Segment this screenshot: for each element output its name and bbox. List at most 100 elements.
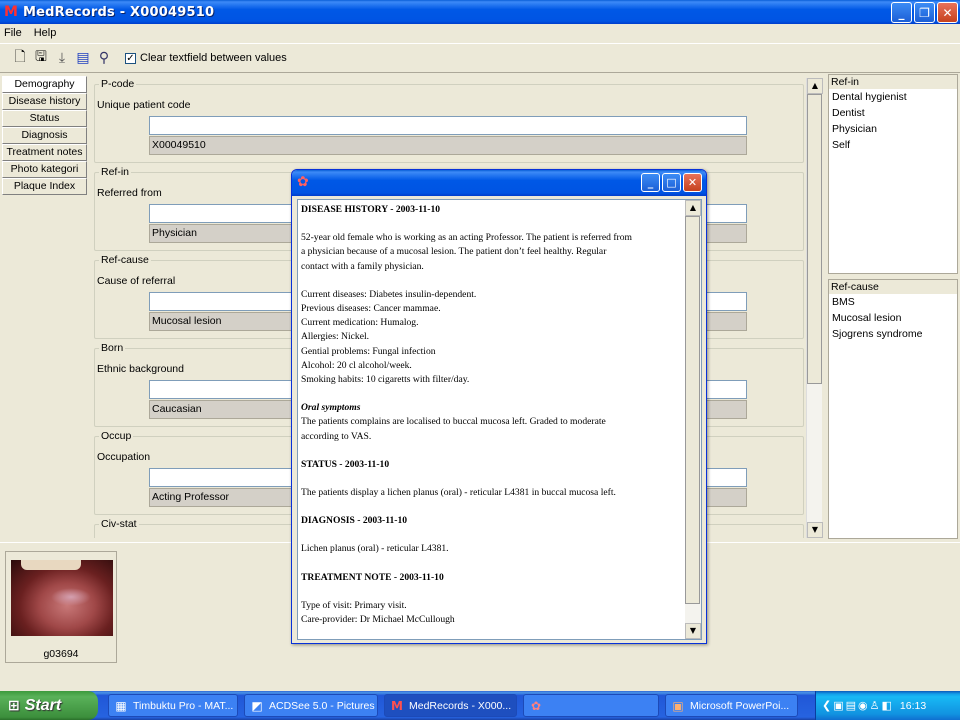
list-item[interactable]: Self [829, 137, 957, 153]
section-heading: DIAGNOSIS - 2003-11-10 [301, 515, 408, 527]
popup-minimize-button[interactable]: _ [641, 173, 660, 192]
security-icon[interactable]: ◉ [858, 699, 868, 712]
text-line: according to VAS. [301, 430, 372, 442]
lesion-region [51, 588, 91, 606]
nav-photo-kategori[interactable]: Photo kategori [2, 161, 87, 178]
toolbar: 🗋 🖫 ⤓ ▤ ⚲ ✓ Clear textfield between valu… [0, 43, 960, 73]
java-app-icon: ✿ [530, 698, 542, 713]
text-line: Gential problems: Fungal infection [301, 345, 436, 357]
scroll-up-icon[interactable]: ▲ [807, 78, 823, 94]
text-line: 52-year old female who is working as an … [301, 232, 632, 244]
scroll-up-icon[interactable]: ▲ [685, 200, 701, 216]
text-line: a physician because of a mucosal lesion.… [301, 246, 607, 258]
nav-disease-history[interactable]: Disease history [2, 93, 87, 110]
popup-title-bar[interactable]: ✿ _ □ ✕ [292, 170, 706, 196]
list-item[interactable]: Dental hygienist [829, 89, 957, 105]
nav-demography[interactable]: Demography [2, 76, 87, 93]
text-line: Current diseases: Diabetes insulin-depen… [301, 288, 477, 300]
text-line: Smoking habits: 10 cigaretts with filter… [301, 374, 470, 386]
task-label: Timbuktu Pro - MAT... [133, 699, 234, 712]
acdsee-icon: ◩ [251, 698, 263, 713]
popup-window-controls: _ □ ✕ [641, 173, 702, 192]
nav-treatment-notes[interactable]: Treatment notes [2, 144, 87, 161]
clear-textfield-option[interactable]: ✓ Clear textfield between values [125, 52, 287, 64]
minimize-button[interactable]: _ [891, 2, 912, 23]
group-p-code: P-code Unique patient code X00049510 [94, 78, 804, 163]
group-legend: P-code [99, 78, 137, 90]
tray-expand-icon[interactable]: ❮ [822, 699, 831, 712]
task-timbuktu[interactable]: ▦ Timbuktu Pro - MAT... [108, 694, 238, 717]
network-icon[interactable]: ▣ [833, 699, 843, 712]
chart-icon[interactable]: ▤ [73, 48, 93, 68]
app-icon: M [4, 4, 18, 20]
ref-cause-list-title: Ref-cause [829, 280, 957, 294]
text-line: Current medication: Humalog. [301, 317, 419, 329]
scroll-down-icon[interactable]: ▼ [685, 623, 701, 639]
save-icon[interactable]: 🖫 [31, 48, 51, 68]
text-line: Allergies: Nickel. [301, 331, 370, 343]
maximize-button[interactable]: ❐ [914, 2, 935, 23]
text-line: Alcohol: 20 cl alcohol/week. [301, 359, 412, 371]
group-legend: Civ-stat [99, 518, 139, 530]
scroll-thumb[interactable] [807, 94, 822, 384]
nav-plaque-index[interactable]: Plaque Index [2, 178, 87, 195]
menu-help[interactable]: Help [34, 27, 57, 39]
popup-maximize-button[interactable]: □ [662, 173, 681, 192]
nav-diagnosis[interactable]: Diagnosis [2, 127, 87, 144]
task-acdsee[interactable]: ◩ ACDSee 5.0 - Pictures [244, 694, 378, 717]
menu-file[interactable]: File [4, 27, 22, 39]
task-label: MedRecords - X000... [409, 699, 512, 712]
medrecords-icon: M [391, 698, 403, 713]
text-line: contact with a family physician. [301, 260, 424, 272]
teeth-region [21, 560, 81, 570]
summary-text-area[interactable]: DISEASE HISTORY - 2003-11-10 52-year old … [297, 199, 702, 640]
list-item[interactable]: BMS [829, 294, 957, 310]
user-icon[interactable]: ♙ [870, 699, 880, 712]
volume-icon[interactable]: ◧ [882, 699, 892, 712]
clear-textfield-checkbox[interactable]: ✓ [125, 52, 136, 64]
clock: 16:13 [899, 699, 927, 712]
scroll-thumb[interactable] [685, 216, 700, 604]
text-line: The patients display a lichen planus (or… [301, 487, 616, 499]
form-scrollbar[interactable]: ▲ ▼ [806, 78, 823, 538]
patient-code-input[interactable] [149, 116, 747, 135]
field-label: Referred from [97, 187, 162, 199]
task-powerpoint[interactable]: ▣ Microsoft PowerPoi... [665, 694, 798, 717]
list-item[interactable]: Sjogrens syndrome [829, 326, 957, 342]
window-controls: _ ❐ ✕ [891, 2, 958, 23]
start-button[interactable]: ⊞ Start [0, 691, 98, 720]
new-record-icon[interactable]: 🗋 [10, 48, 30, 68]
list-item[interactable]: Physician [829, 121, 957, 137]
ref-in-list: Ref-in Dental hygienist Dentist Physicia… [828, 74, 958, 274]
close-button[interactable]: ✕ [937, 2, 958, 23]
summary-text: DISEASE HISTORY - 2003-11-10 52-year old … [301, 203, 683, 627]
display-icon[interactable]: ▤ [846, 699, 856, 712]
start-label: Start [24, 696, 62, 714]
list-item[interactable]: Mucosal lesion [829, 310, 957, 326]
text-line: The patients complains are localised to … [301, 416, 606, 428]
download-icon[interactable]: ⤓ [52, 48, 72, 68]
ref-in-list-title: Ref-in [829, 75, 957, 89]
task-java-window[interactable]: ✿ [523, 694, 659, 717]
photo-thumbnail-card[interactable]: g03694 [5, 551, 117, 663]
nav-status[interactable]: Status [2, 110, 87, 127]
list-item[interactable]: Dentist [829, 105, 957, 121]
timbuktu-icon: ▦ [115, 698, 127, 713]
title-bar[interactable]: M MedRecords - X00049510 _ ❐ ✕ [0, 0, 960, 24]
text-line: Lichen planus (oral) - reticular L4381. [301, 543, 449, 555]
group-legend: Ref-in [99, 166, 132, 178]
search-icon[interactable]: ⚲ [94, 48, 114, 68]
group-legend: Occup [99, 430, 134, 442]
task-medrecords[interactable]: M MedRecords - X000... [384, 694, 517, 717]
scroll-down-icon[interactable]: ▼ [807, 522, 823, 538]
popup-scrollbar[interactable]: ▲ ▼ [685, 200, 701, 639]
oral-photo-image[interactable] [11, 560, 113, 636]
popup-close-button[interactable]: ✕ [683, 173, 702, 192]
